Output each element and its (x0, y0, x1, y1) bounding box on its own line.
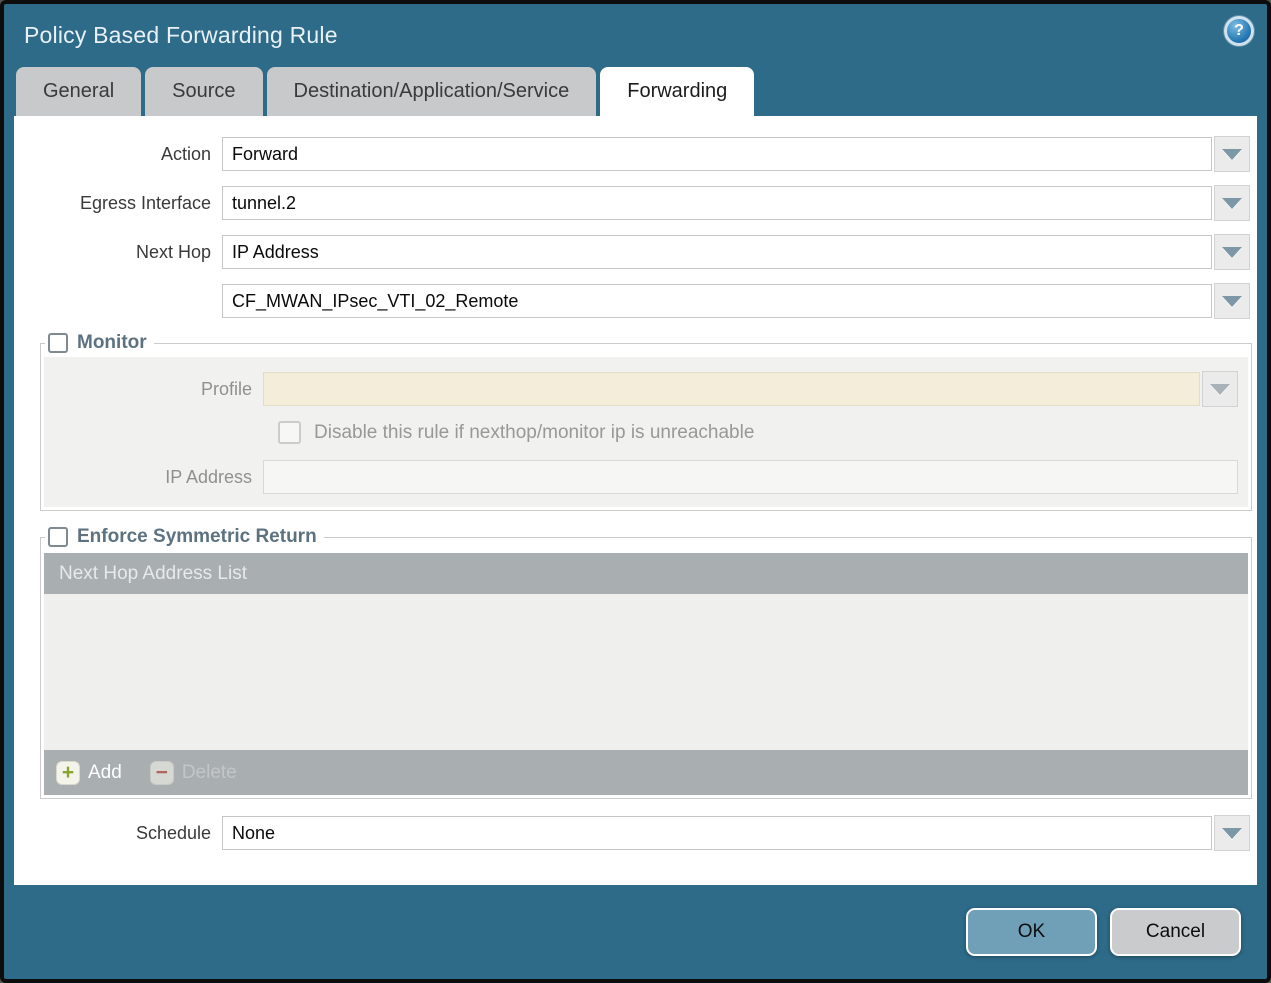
disable-rule-checkbox (278, 421, 301, 444)
table-footer: + Add − Delete (44, 750, 1248, 795)
action-dropdown-button[interactable] (1214, 136, 1250, 172)
table-header-label: Next Hop Address List (59, 563, 247, 585)
schedule-label: Schedule (14, 823, 222, 844)
egress-interface-dropdown-button[interactable] (1214, 185, 1250, 221)
next-hop-row: Next Hop IP Address (14, 234, 1250, 270)
action-select[interactable]: Forward (222, 137, 1212, 171)
monitor-ip-address-label: IP Address (44, 467, 263, 488)
symmetric-return-fieldset: Enforce Symmetric Return Next Hop Addres… (40, 526, 1252, 799)
cancel-button[interactable]: Cancel (1110, 908, 1241, 956)
monitor-fieldset: Monitor Profile Disable this rule if nex… (40, 332, 1252, 511)
action-row: Action Forward (14, 136, 1250, 172)
ok-button[interactable]: OK (966, 908, 1097, 956)
next-hop-type-select[interactable]: IP Address (222, 235, 1212, 269)
chevron-down-icon (1222, 198, 1242, 209)
tab-bar: General Source Destination/Application/S… (4, 66, 1267, 116)
egress-interface-label: Egress Interface (14, 193, 222, 214)
tab-source[interactable]: Source (145, 67, 262, 116)
next-hop-dropdown-button[interactable] (1214, 234, 1250, 270)
symmetric-return-legend-label: Enforce Symmetric Return (77, 526, 317, 548)
delete-button-label: Delete (182, 762, 237, 784)
next-hop-address-list-table: Next Hop Address List + Add − Delete (44, 553, 1248, 795)
egress-interface-select[interactable]: tunnel.2 (222, 186, 1212, 220)
profile-select (263, 372, 1200, 406)
next-hop-label: Next Hop (14, 242, 222, 263)
tab-general[interactable]: General (16, 67, 141, 116)
monitor-ip-address-row: IP Address (44, 460, 1238, 494)
monitor-legend-label: Monitor (77, 332, 147, 354)
help-icon[interactable]: ? (1224, 16, 1254, 46)
add-button[interactable]: + Add (56, 761, 122, 785)
next-hop-address-dropdown-button[interactable] (1214, 283, 1250, 319)
action-label: Action (14, 144, 222, 165)
plus-icon: + (56, 761, 80, 785)
chevron-down-icon (1222, 247, 1242, 258)
dialog-title: Policy Based Forwarding Rule (24, 22, 338, 49)
monitor-panel: Profile Disable this rule if nexthop/mon… (44, 357, 1248, 507)
tab-destination-application-service[interactable]: Destination/Application/Service (267, 67, 597, 116)
next-hop-address-row: CF_MWAN_IPsec_VTI_02_Remote (14, 283, 1250, 319)
chevron-down-icon (1222, 296, 1242, 307)
table-header: Next Hop Address List (44, 553, 1248, 594)
profile-row: Profile (44, 371, 1238, 407)
forwarding-tab-panel: Action Forward Egress Interface tunnel.2… (14, 116, 1257, 885)
pbf-rule-dialog: Policy Based Forwarding Rule ? General S… (0, 0, 1271, 983)
monitor-ip-address-input (263, 460, 1238, 494)
chevron-down-icon (1222, 828, 1242, 839)
minus-icon: − (150, 761, 174, 785)
schedule-select[interactable]: None (222, 816, 1212, 850)
disable-rule-row: Disable this rule if nexthop/monitor ip … (278, 421, 1248, 444)
egress-interface-row: Egress Interface tunnel.2 (14, 185, 1250, 221)
monitor-legend: Monitor (45, 332, 154, 354)
profile-label: Profile (44, 379, 263, 400)
dialog-footer: OK Cancel (4, 885, 1267, 979)
monitor-checkbox[interactable] (48, 333, 68, 353)
tab-forwarding[interactable]: Forwarding (600, 67, 754, 116)
delete-button: − Delete (150, 761, 237, 785)
schedule-row: Schedule None (14, 815, 1250, 851)
add-button-label: Add (88, 762, 122, 784)
chevron-down-icon (1222, 149, 1242, 160)
table-body (44, 594, 1248, 750)
disable-rule-label: Disable this rule if nexthop/monitor ip … (314, 422, 754, 444)
symmetric-return-legend: Enforce Symmetric Return (45, 526, 324, 548)
schedule-dropdown-button[interactable] (1214, 815, 1250, 851)
symmetric-return-checkbox[interactable] (48, 527, 68, 547)
next-hop-address-input[interactable]: CF_MWAN_IPsec_VTI_02_Remote (222, 284, 1212, 318)
chevron-down-icon (1210, 384, 1230, 395)
profile-dropdown-button (1202, 371, 1238, 407)
dialog-titlebar: Policy Based Forwarding Rule ? (4, 4, 1267, 66)
